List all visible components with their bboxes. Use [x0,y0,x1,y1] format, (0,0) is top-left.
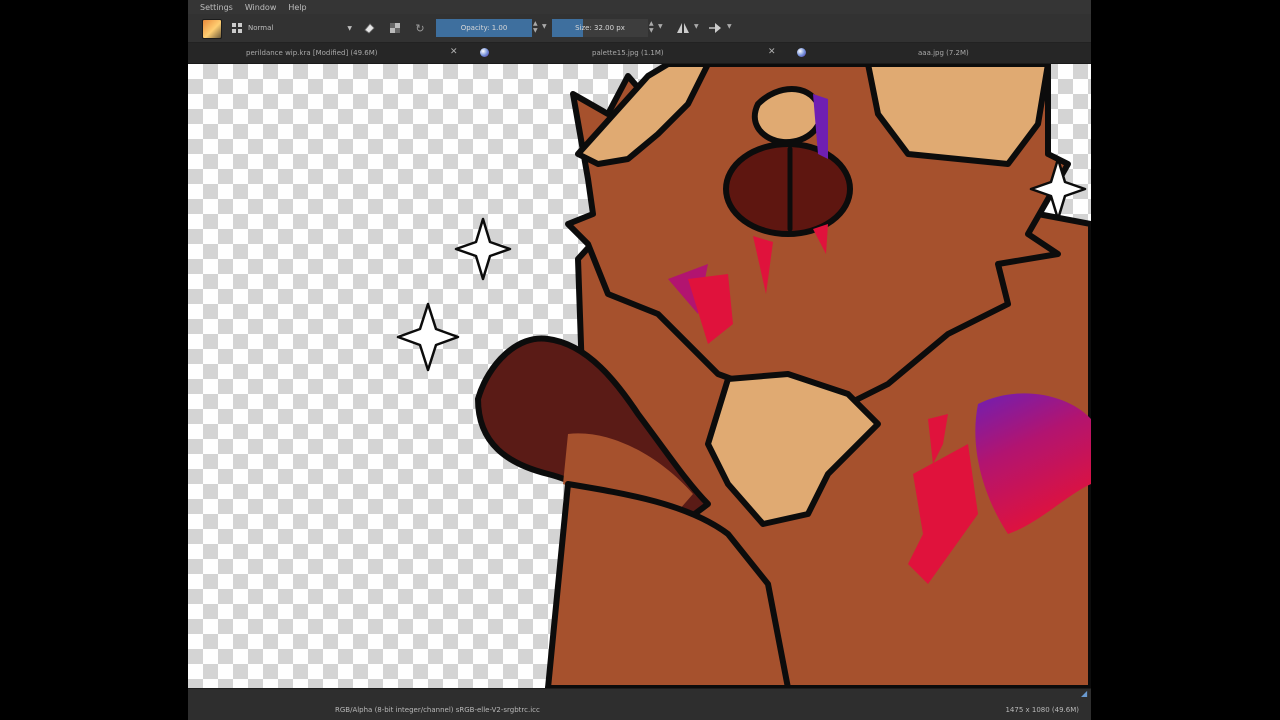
image-size-info: 1475 x 1080 (49.6M) [1005,706,1079,714]
artwork [396,64,1091,688]
grid-icon[interactable] [228,19,246,37]
blend-mode-value: Normal [248,24,274,32]
resize-grip-icon[interactable]: ◢ [1081,689,1091,699]
size-spin-icon[interactable]: ▲ ▼ [649,20,654,34]
opacity-spin-icon[interactable]: ▲ ▼ [533,20,538,34]
mirror-icon[interactable] [674,19,692,37]
chevron-down-icon: ▼ [347,24,352,32]
size-label: Size: 32.00 px [575,24,625,32]
reset-icon[interactable]: ↻ [411,19,429,37]
eraser-icon[interactable] [360,19,378,37]
drawing-canvas[interactable] [188,64,1091,688]
alpha-lock-icon[interactable] [386,19,404,37]
close-icon[interactable]: ✕ [450,47,458,57]
opacity-chevron-icon[interactable]: ▼ [542,23,547,30]
tab-perildance[interactable]: perildance wip.kra [Modified] (49.6M) [246,43,378,63]
wrap-chevron-icon[interactable]: ▼ [727,23,732,30]
krita-file-icon [797,48,806,57]
tab-title: palette15.jpg (1.1M) [592,49,664,57]
krita-file-icon [480,48,489,57]
menu-bar: Settings Window Help [188,0,1091,14]
menu-help[interactable]: Help [288,3,306,12]
tool-options-bar: Normal ▼ ↻ Opacity: 1.00 ▲ ▼ ▼ Size: 32.0… [188,14,1091,43]
tab-aaa[interactable]: aaa.jpg (7.2M) [918,43,969,63]
brush-preset-icon[interactable] [202,19,222,39]
size-slider[interactable]: Size: 32.00 px [552,19,648,37]
wrap-icon[interactable] [706,19,724,37]
close-icon[interactable]: ✕ [768,47,776,57]
menu-settings[interactable]: Settings [200,3,233,12]
mirror-chevron-icon[interactable]: ▼ [694,23,699,30]
blend-mode-select[interactable]: Normal ▼ [248,21,352,35]
tab-title: perildance wip.kra [Modified] (49.6M) [246,49,378,57]
status-bar: RGB/Alpha (8-bit integer/channel) sRGB-e… [188,688,1091,720]
tab-title: aaa.jpg (7.2M) [918,49,969,57]
size-chevron-icon[interactable]: ▼ [658,23,663,30]
color-profile-info: RGB/Alpha (8-bit integer/channel) sRGB-e… [335,706,540,714]
tab-palette15[interactable]: palette15.jpg (1.1M) [592,43,664,63]
opacity-label: Opacity: 1.00 [460,24,508,32]
opacity-slider[interactable]: Opacity: 1.00 [436,19,532,37]
menu-window[interactable]: Window [245,3,277,12]
document-tabs: perildance wip.kra [Modified] (49.6M) ✕ … [188,43,1091,64]
krita-window: Settings Window Help Normal ▼ ↻ Opacity:… [188,0,1091,720]
